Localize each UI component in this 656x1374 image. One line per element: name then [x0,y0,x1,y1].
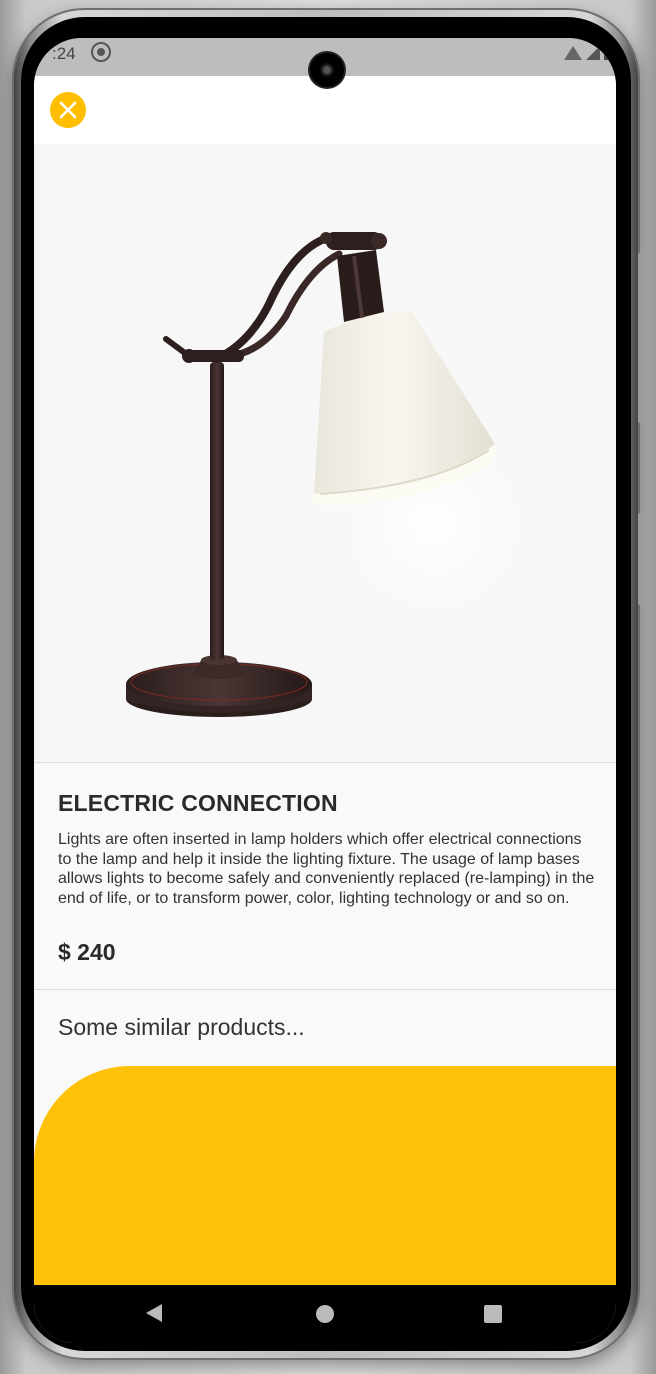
volume-button [638,253,643,423]
back-icon[interactable] [146,1304,162,1322]
recents-icon[interactable] [484,1305,502,1323]
status-icons [564,46,610,60]
system-nav-bar [34,1285,616,1343]
front-camera [310,53,344,87]
power-button [638,513,643,605]
similar-products-panel[interactable] [34,1066,616,1286]
product-details: ELECTRIC CONNECTION Lights are often ins… [34,763,616,990]
signal-icon [586,46,600,60]
battery-icon [604,46,610,60]
similar-products-heading: Some similar products... [58,1014,305,1040]
sync-icon [91,42,111,62]
phone-bezel: :24 ELECTRIC CONNECTION Lights are often… [21,17,631,1351]
status-time: :24 [52,44,76,63]
product-image [34,144,616,763]
phone-frame: :24 ELECTRIC CONNECTION Lights are often… [12,8,643,1360]
home-icon[interactable] [316,1305,334,1323]
product-description: Lights are often inserted in lamp holder… [58,831,595,907]
wifi-icon [564,46,582,60]
close-icon [59,101,77,119]
close-button[interactable] [50,92,86,128]
app-screen: :24 ELECTRIC CONNECTION Lights are often… [34,38,616,1343]
lamp-illustration [126,232,584,717]
product-price: $ 240 [58,939,116,965]
product-title: ELECTRIC CONNECTION [58,790,338,816]
